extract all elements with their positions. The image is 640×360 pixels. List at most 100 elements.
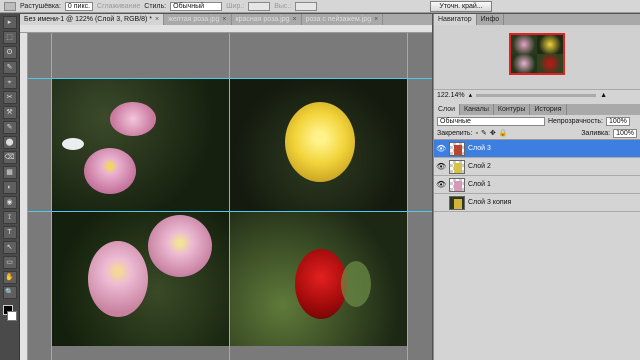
lasso-tool-icon[interactable]: ʘ: [2, 46, 17, 59]
navigator-thumbnail[interactable]: [509, 33, 565, 75]
layer-thumbnail: [449, 159, 465, 174]
quick-select-tool-icon[interactable]: ✎: [2, 61, 17, 74]
close-icon[interactable]: ×: [292, 14, 296, 25]
layer-thumbnail: [449, 141, 465, 156]
fill-input[interactable]: 100%: [613, 128, 637, 138]
zoom-tool-icon[interactable]: 🔍: [2, 286, 17, 299]
style-select[interactable]: Обычный: [170, 1, 223, 11]
tab-channels[interactable]: Каналы: [460, 104, 494, 115]
feather-input[interactable]: 0 пикс.: [64, 1, 94, 11]
tab-layers[interactable]: Слои: [434, 104, 461, 115]
antialias-checkbox[interactable]: Сглаживание: [97, 3, 140, 10]
navigator-panel: [434, 25, 640, 89]
width-label: Шир.:: [226, 2, 245, 10]
close-icon[interactable]: ×: [374, 14, 378, 25]
shape-tool-icon[interactable]: ▭: [2, 256, 17, 269]
layer-thumbnail: [449, 177, 465, 192]
color-swatches[interactable]: [2, 305, 17, 327]
blend-row: Обычные Непрозрачность: 100%: [434, 115, 640, 127]
lock-row: Закрепить: ▫ ✎ ✥ 🔒 Заливка: 100%: [434, 127, 640, 139]
tools-panel: ▸ ⬚ ʘ ✎ ⌖ ✂ ⚒ ✎ ⬤ ⌫ ▦ ◐ ◉ ⟟ T ↖ ▭ ✋ 🔍: [0, 14, 20, 360]
layer-name[interactable]: Слой 3 копия: [468, 199, 511, 206]
layer-row[interactable]: 👁 Слой 3: [434, 140, 640, 158]
tab-info[interactable]: Инфо: [477, 14, 505, 25]
width-input[interactable]: [248, 1, 271, 11]
crop-tool-icon[interactable]: ⌖: [2, 76, 17, 89]
visibility-eye-icon[interactable]: 👁: [436, 144, 446, 154]
lock-pixels-icon[interactable]: ✎: [481, 129, 487, 137]
hand-tool-icon[interactable]: ✋: [2, 271, 17, 284]
guide-vertical[interactable]: [407, 33, 408, 360]
tab-label: Без имени-1 @ 122% (Слой 3, RGB/8) *: [24, 16, 153, 23]
navigator-tabs: Навигатор Инфо: [434, 14, 640, 25]
guide-vertical[interactable]: [51, 33, 52, 360]
layers-tabs: Слои Каналы Контуры История: [434, 104, 640, 115]
brush-tool-icon[interactable]: ✎: [2, 121, 17, 134]
guide-horizontal[interactable]: [28, 211, 432, 212]
pink-rose-photo-bottom: [52, 211, 229, 346]
fill-label: Заливка:: [581, 129, 611, 137]
refine-edge-button[interactable]: Уточн. край...: [430, 1, 492, 12]
guide-vertical[interactable]: [229, 33, 230, 360]
marquee-options-icon[interactable]: [4, 1, 16, 11]
eyedropper-tool-icon[interactable]: ✂: [2, 91, 17, 104]
layer-name[interactable]: Слой 1: [468, 181, 491, 188]
path-select-tool-icon[interactable]: ↖: [2, 241, 17, 254]
zoom-slider[interactable]: [476, 93, 597, 97]
lock-all-icon[interactable]: 🔒: [499, 129, 508, 137]
zoom-out-icon[interactable]: ▴: [469, 91, 473, 99]
lock-label: Закрепить:: [437, 129, 473, 137]
blur-tool-icon[interactable]: ◉: [2, 196, 17, 209]
selection-marquee[interactable]: [229, 78, 408, 212]
visibility-eye-icon[interactable]: 👁: [436, 162, 446, 172]
red-rose-photo: [229, 211, 408, 346]
pink-rose-photo-top: [52, 78, 229, 211]
clone-stamp-tool-icon[interactable]: ⬤: [2, 136, 17, 149]
blend-mode-select[interactable]: Обычные: [437, 116, 545, 126]
layer-name[interactable]: Слой 2: [468, 163, 491, 170]
height-input[interactable]: [295, 1, 318, 11]
guide-horizontal[interactable]: [28, 78, 432, 79]
healing-tool-icon[interactable]: ⚒: [2, 106, 17, 119]
close-icon[interactable]: ×: [222, 14, 226, 25]
layer-row[interactable]: Слой 3 копия: [434, 194, 640, 212]
visibility-eye-icon[interactable]: 👁: [436, 180, 446, 190]
layers-list: 👁 Слой 3 👁 Слой 2 👁 Слой 1 Слой 3 копия: [434, 139, 640, 212]
lock-transparency-icon[interactable]: ▫: [475, 130, 477, 137]
tab-yellow-rose[interactable]: желтая роза.jpg ×: [164, 14, 232, 25]
pen-tool-icon[interactable]: ⟟: [2, 211, 17, 224]
close-icon[interactable]: ×: [155, 14, 159, 25]
marquee-tool-icon[interactable]: ⬚: [2, 31, 17, 44]
lock-position-icon[interactable]: ✥: [490, 129, 496, 137]
tab-untitled-1[interactable]: Без имени-1 @ 122% (Слой 3, RGB/8) * ×: [20, 14, 165, 25]
feather-label: Растушёвка:: [20, 2, 61, 10]
tab-history[interactable]: История: [530, 104, 567, 115]
style-label: Стиль:: [144, 2, 167, 10]
height-label: Выс.:: [274, 2, 292, 10]
type-tool-icon[interactable]: T: [2, 226, 17, 239]
tab-rose-landscape[interactable]: роза с пейзажем.jpg ×: [302, 14, 384, 25]
background-color[interactable]: [6, 311, 17, 321]
layer-thumbnail: [449, 195, 465, 210]
zoom-value[interactable]: 122.14%: [437, 92, 465, 99]
layer-row[interactable]: 👁 Слой 2: [434, 158, 640, 176]
move-tool-icon[interactable]: ▸: [2, 16, 17, 29]
layer-row[interactable]: 👁 Слой 1: [434, 176, 640, 194]
eraser-tool-icon[interactable]: ⌫: [2, 151, 17, 164]
right-panels: Навигатор Инфо 122.14% ▴ ▲ Слои Каналы К…: [433, 14, 640, 360]
visibility-toggle-empty[interactable]: [436, 198, 446, 208]
tab-label: роза с пейзажем.jpg: [305, 16, 372, 23]
tab-paths[interactable]: Контуры: [494, 104, 531, 115]
tab-red-rose[interactable]: красная роза.jpg ×: [232, 14, 302, 25]
vertical-ruler[interactable]: [20, 33, 28, 360]
tab-navigator[interactable]: Навигатор: [434, 14, 477, 25]
layer-name[interactable]: Слой 3: [468, 145, 491, 152]
dodge-tool-icon[interactable]: ◐: [2, 181, 17, 194]
opacity-label: Непрозрачность:: [548, 117, 603, 125]
document-tabs: Без имени-1 @ 122% (Слой 3, RGB/8) * × же…: [20, 14, 432, 25]
tab-label: желтая роза.jpg: [168, 16, 220, 23]
horizontal-ruler[interactable]: [20, 25, 432, 33]
gradient-tool-icon[interactable]: ▦: [2, 166, 17, 179]
opacity-input[interactable]: 100%: [606, 116, 630, 126]
zoom-in-icon[interactable]: ▲: [600, 92, 607, 99]
